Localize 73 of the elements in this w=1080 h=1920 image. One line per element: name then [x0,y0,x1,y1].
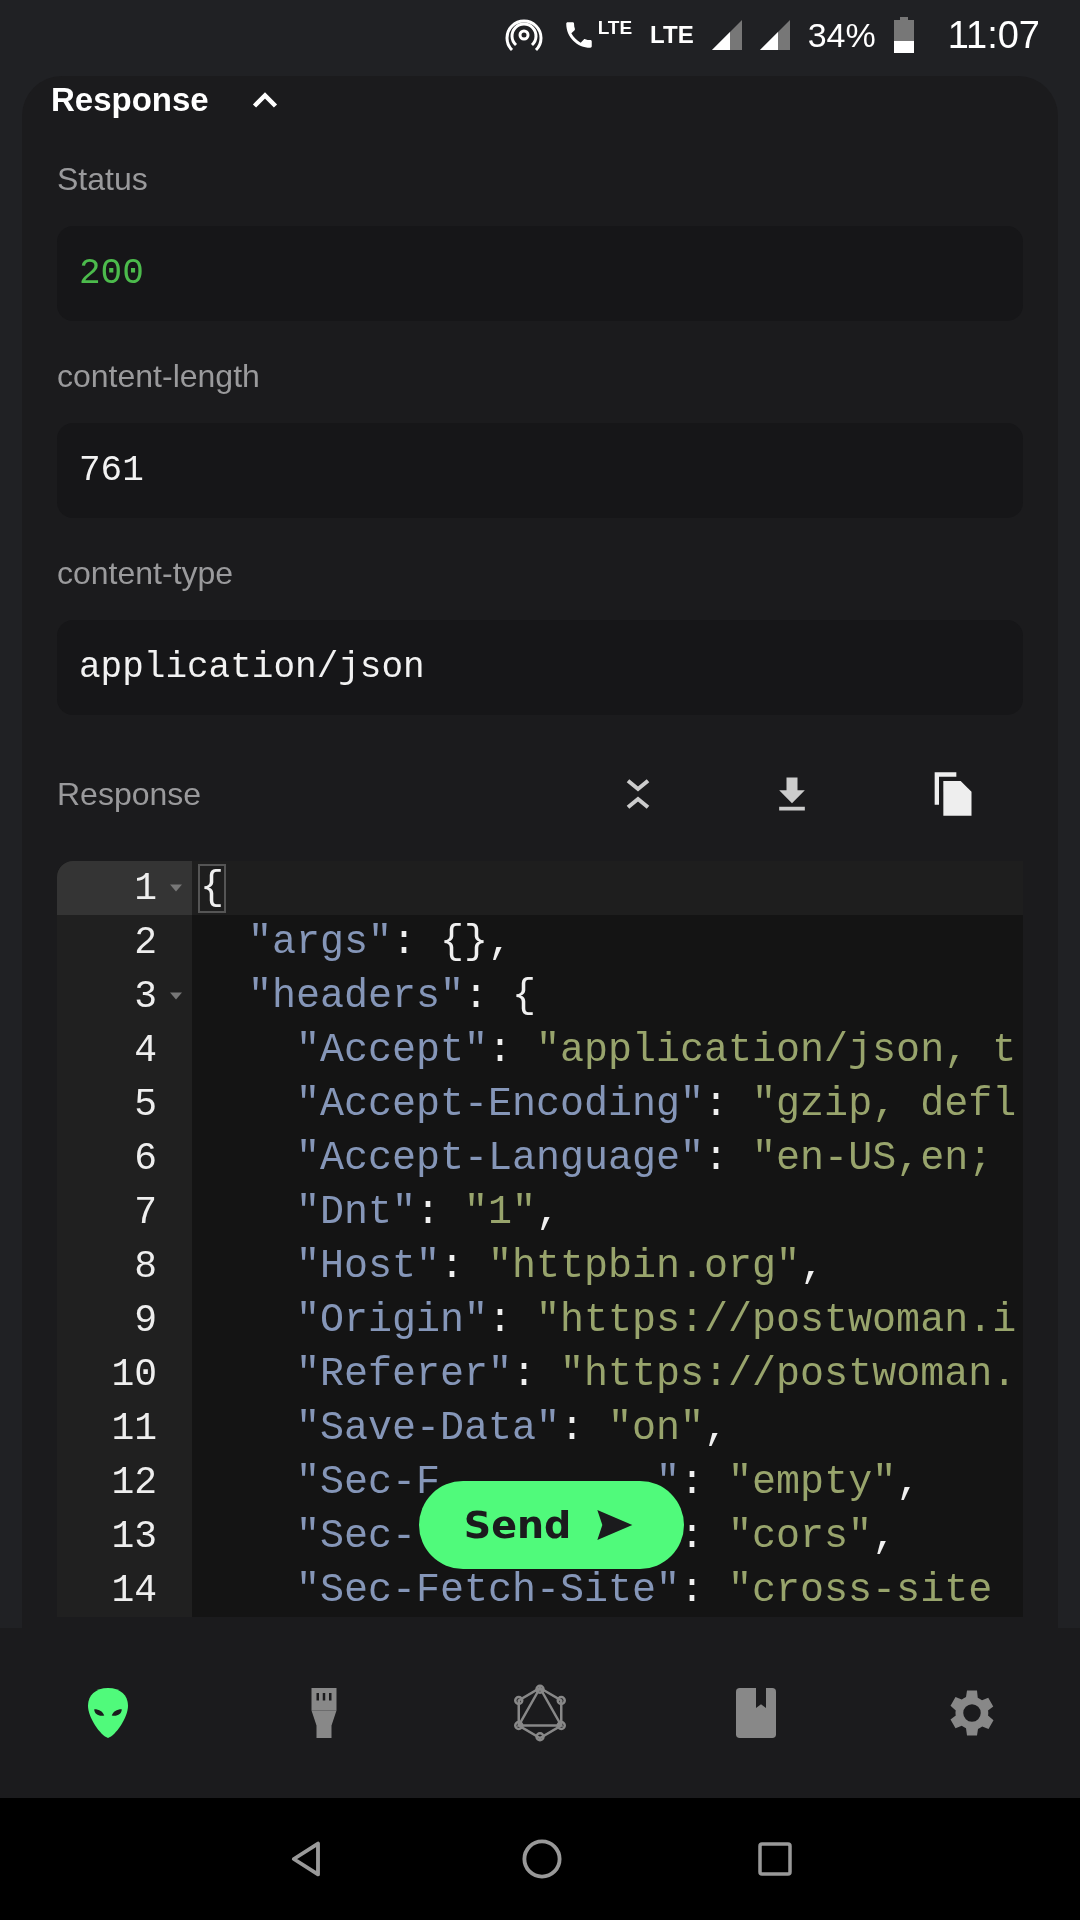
home-icon[interactable] [520,1837,564,1881]
code-token: "headers" [247,973,465,1019]
fold-icon[interactable] [170,884,182,892]
response-label: Response [57,775,203,814]
clock: 11:07 [947,13,1040,57]
code-token: : [512,1351,538,1397]
code-token: "cors" [728,1513,873,1559]
code-token: "Accept-Language" [295,1135,705,1181]
line-number: 11 [111,1406,157,1450]
code-token: "https://postwoman. [560,1351,1017,1397]
code-editor[interactable] [57,861,1023,1617]
signal-icon [759,20,790,50]
line-number: 8 [134,1244,157,1288]
code-token: : [440,1243,466,1289]
field-value: 200 [57,226,1023,321]
code-token: : [680,1567,706,1613]
network-label: LTE [597,17,633,39]
code-token: : {}, [392,919,513,965]
line-number: 4 [134,1028,157,1072]
code-token: "Origin" [295,1297,489,1343]
code-token: , [704,1405,729,1451]
fold-icon[interactable] [170,992,182,1000]
code-token: : { [464,973,537,1019]
line-number: 5 [134,1082,157,1126]
code-token: "Save-Data" [295,1405,561,1451]
code-token: : [704,1081,730,1127]
code-token: "en-US,en; [752,1135,993,1181]
code-token: , [896,1459,921,1505]
line-number: 3 [134,974,157,1018]
code-token: "empty" [728,1459,897,1505]
field-value: application/json [57,620,1023,715]
line-number: 7 [134,1190,157,1234]
field-label: content-length [57,357,261,396]
code-token: : [416,1189,442,1235]
code-token: "1" [464,1189,537,1235]
section-title: Response [51,81,209,119]
code-token: "Accept" [295,1027,489,1073]
field-label: Status [57,160,149,199]
code-token: : [704,1135,730,1181]
code-token: "on" [608,1405,705,1451]
code-token: , [536,1189,561,1235]
signal-icon [711,20,742,50]
field-label: content-type [57,554,235,593]
battery-percent: 34% [807,15,876,55]
code-token: "Host" [295,1243,441,1289]
code-token: "gzip, defl [752,1081,1017,1127]
line-number: 6 [134,1136,157,1180]
code-token: , [800,1243,825,1289]
code-token: "Sec- [295,1513,417,1559]
line-number: 13 [111,1514,157,1558]
line-number: 14 [111,1568,157,1612]
code-token: "Accept-Encoding" [295,1081,705,1127]
code-token: , [872,1513,897,1559]
code-token: "Referer" [295,1351,513,1397]
code-token: "application/json, t [536,1027,1017,1073]
battery-icon [893,17,914,53]
code-token: "httpbin.org" [488,1243,801,1289]
line-number: 2 [134,920,157,964]
field-value: 761 [57,423,1023,518]
code-token: "cross-site [728,1567,993,1613]
code-token: { [200,865,224,911]
code-token: "https://postwoman.i [536,1297,1017,1343]
line-number: 10 [111,1352,157,1396]
code-token: "Dnt" [295,1189,417,1235]
line-number: 9 [134,1298,157,1342]
code-token: : [488,1027,514,1073]
code-token: : [560,1405,586,1451]
network-label: LTE [650,21,694,49]
line-number: 12 [111,1460,157,1504]
code-token: : [488,1297,514,1343]
code-token: "args" [247,919,393,965]
code-token: "Sec-Fetch-Site" [295,1567,681,1613]
line-number: 1 [134,866,157,910]
